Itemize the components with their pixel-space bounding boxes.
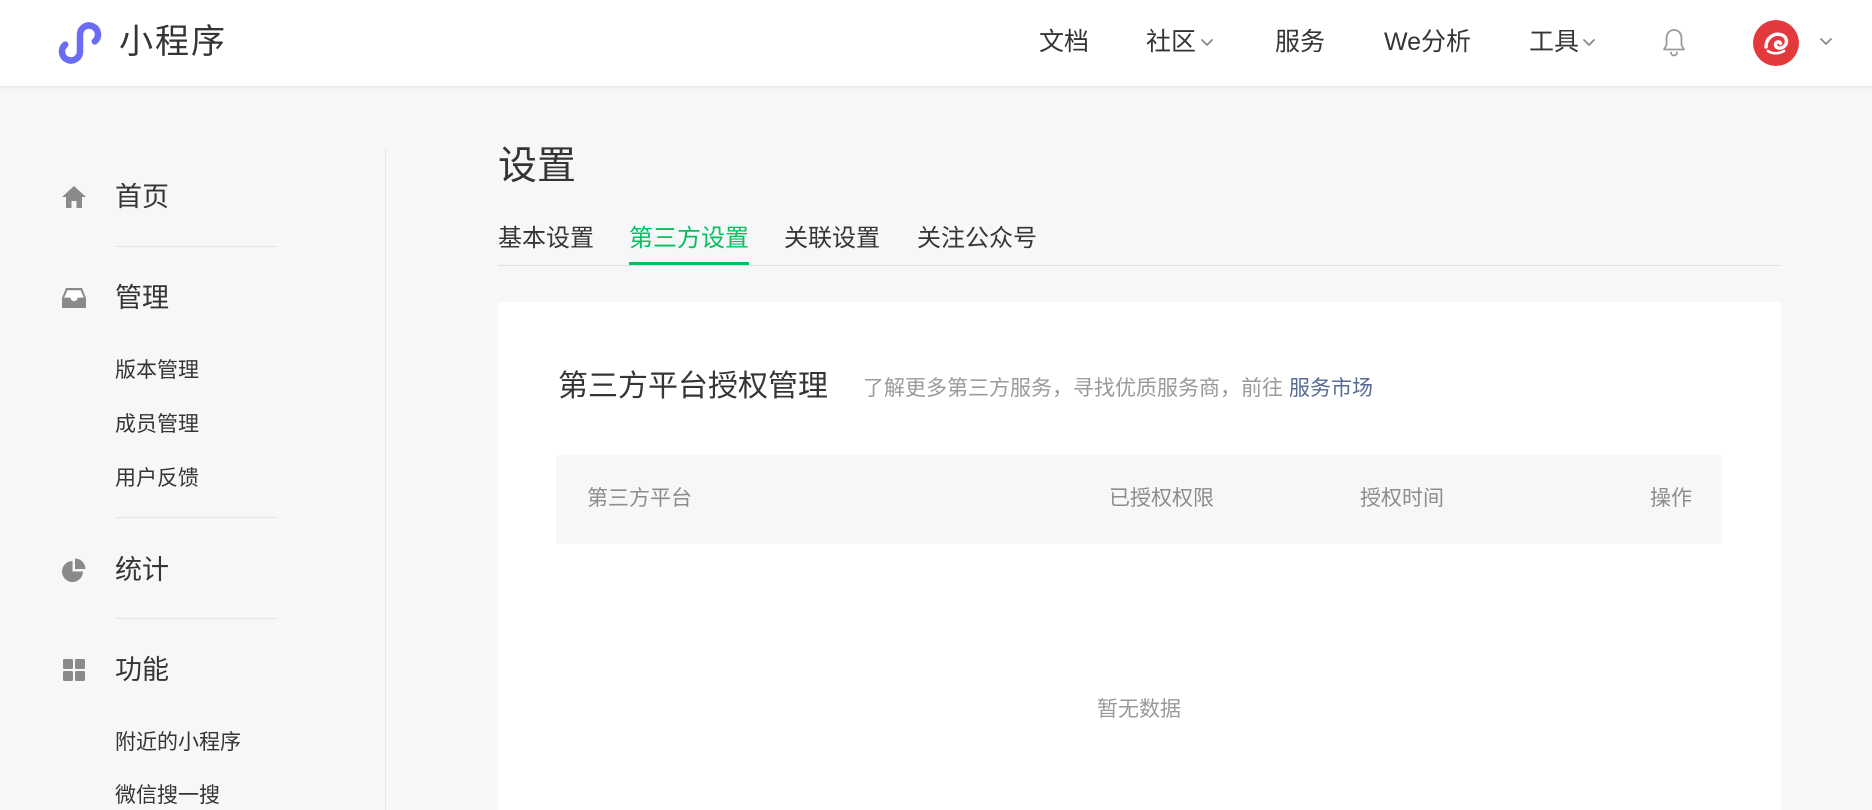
pie-chart-icon [62, 558, 86, 582]
sidebar-item-statistics[interactable]: 统计 [60, 554, 169, 586]
nav-tools[interactable]: 工具 [1529, 28, 1579, 56]
top-header: 小程序 文档 社区 服务 We分析 工具 [0, 0, 1872, 86]
card-description-text: 了解更多第三方服务，寻找优质服务商，前往 [863, 377, 1283, 400]
sidebar-item-label: 首页 [115, 182, 169, 212]
tab-basic-settings[interactable]: 基本设置 [498, 225, 594, 253]
active-tab-indicator [629, 262, 749, 265]
tab-follow-official-account[interactable]: 关注公众号 [917, 225, 1037, 253]
card-title: 第三方平台授权管理 [558, 370, 828, 403]
nav-services[interactable]: 服务 [1275, 28, 1325, 56]
sidebar-divider [115, 246, 278, 247]
sidebar-item-member-management[interactable]: 成员管理 [115, 412, 199, 438]
sidebar-divider [115, 517, 278, 518]
nav-community[interactable]: 社区 [1146, 28, 1196, 56]
sidebar-item-features[interactable]: 功能 [60, 654, 169, 686]
tab-association-settings[interactable]: 关联设置 [784, 225, 880, 253]
page-title: 设置 [498, 145, 577, 188]
column-header-auth-time: 授权时间 [1360, 487, 1444, 510]
grid-icon [63, 659, 85, 681]
nav-docs[interactable]: 文档 [1039, 28, 1089, 56]
card-description: 了解更多第三方服务，寻找优质服务商，前往 服务市场 [863, 376, 1373, 402]
tab-third-party-settings[interactable]: 第三方设置 [629, 225, 749, 253]
chevron-down-icon[interactable] [1819, 37, 1833, 46]
chevron-down-icon[interactable] [1582, 38, 1596, 47]
service-market-link[interactable]: 服务市场 [1289, 377, 1373, 400]
logo-text[interactable]: 小程序 [119, 22, 227, 62]
table-header: 第三方平台 已授权权限 授权时间 操作 [556, 455, 1722, 544]
nav-we-analytics[interactable]: We分析 [1384, 28, 1471, 56]
sidebar-item-nearby-mini-programs[interactable]: 附近的小程序 [115, 730, 241, 756]
avatar[interactable] [1753, 20, 1799, 66]
empty-state-text: 暂无数据 [1097, 698, 1181, 721]
sidebar-item-version-management[interactable]: 版本管理 [115, 358, 199, 384]
column-header-permissions: 已授权权限 [1109, 487, 1214, 510]
home-icon [62, 186, 86, 208]
column-header-actions: 操作 [1650, 487, 1692, 510]
column-header-platform: 第三方平台 [587, 487, 692, 510]
sidebar-item-label: 功能 [115, 655, 169, 685]
sidebar-divider [115, 618, 278, 619]
third-party-auth-card: 第三方平台授权管理 了解更多第三方服务，寻找优质服务商，前往 服务市场 第三方平台… [498, 302, 1781, 810]
sidebar-item-label: 统计 [115, 555, 169, 585]
sidebar-item-label: 管理 [115, 283, 169, 313]
bell-icon[interactable] [1661, 27, 1687, 57]
sidebar-divider-vertical [385, 148, 386, 810]
sidebar-item-home[interactable]: 首页 [60, 181, 169, 213]
sidebar-item-user-feedback[interactable]: 用户反馈 [115, 466, 199, 492]
mini-program-logo-icon[interactable] [57, 19, 105, 67]
sidebar-item-wechat-search[interactable]: 微信搜一搜 [115, 783, 220, 809]
tab-bar-divider [498, 265, 1781, 266]
sidebar-item-manage[interactable]: 管理 [60, 282, 169, 314]
chevron-down-icon[interactable] [1200, 38, 1214, 47]
inbox-icon [62, 288, 86, 308]
